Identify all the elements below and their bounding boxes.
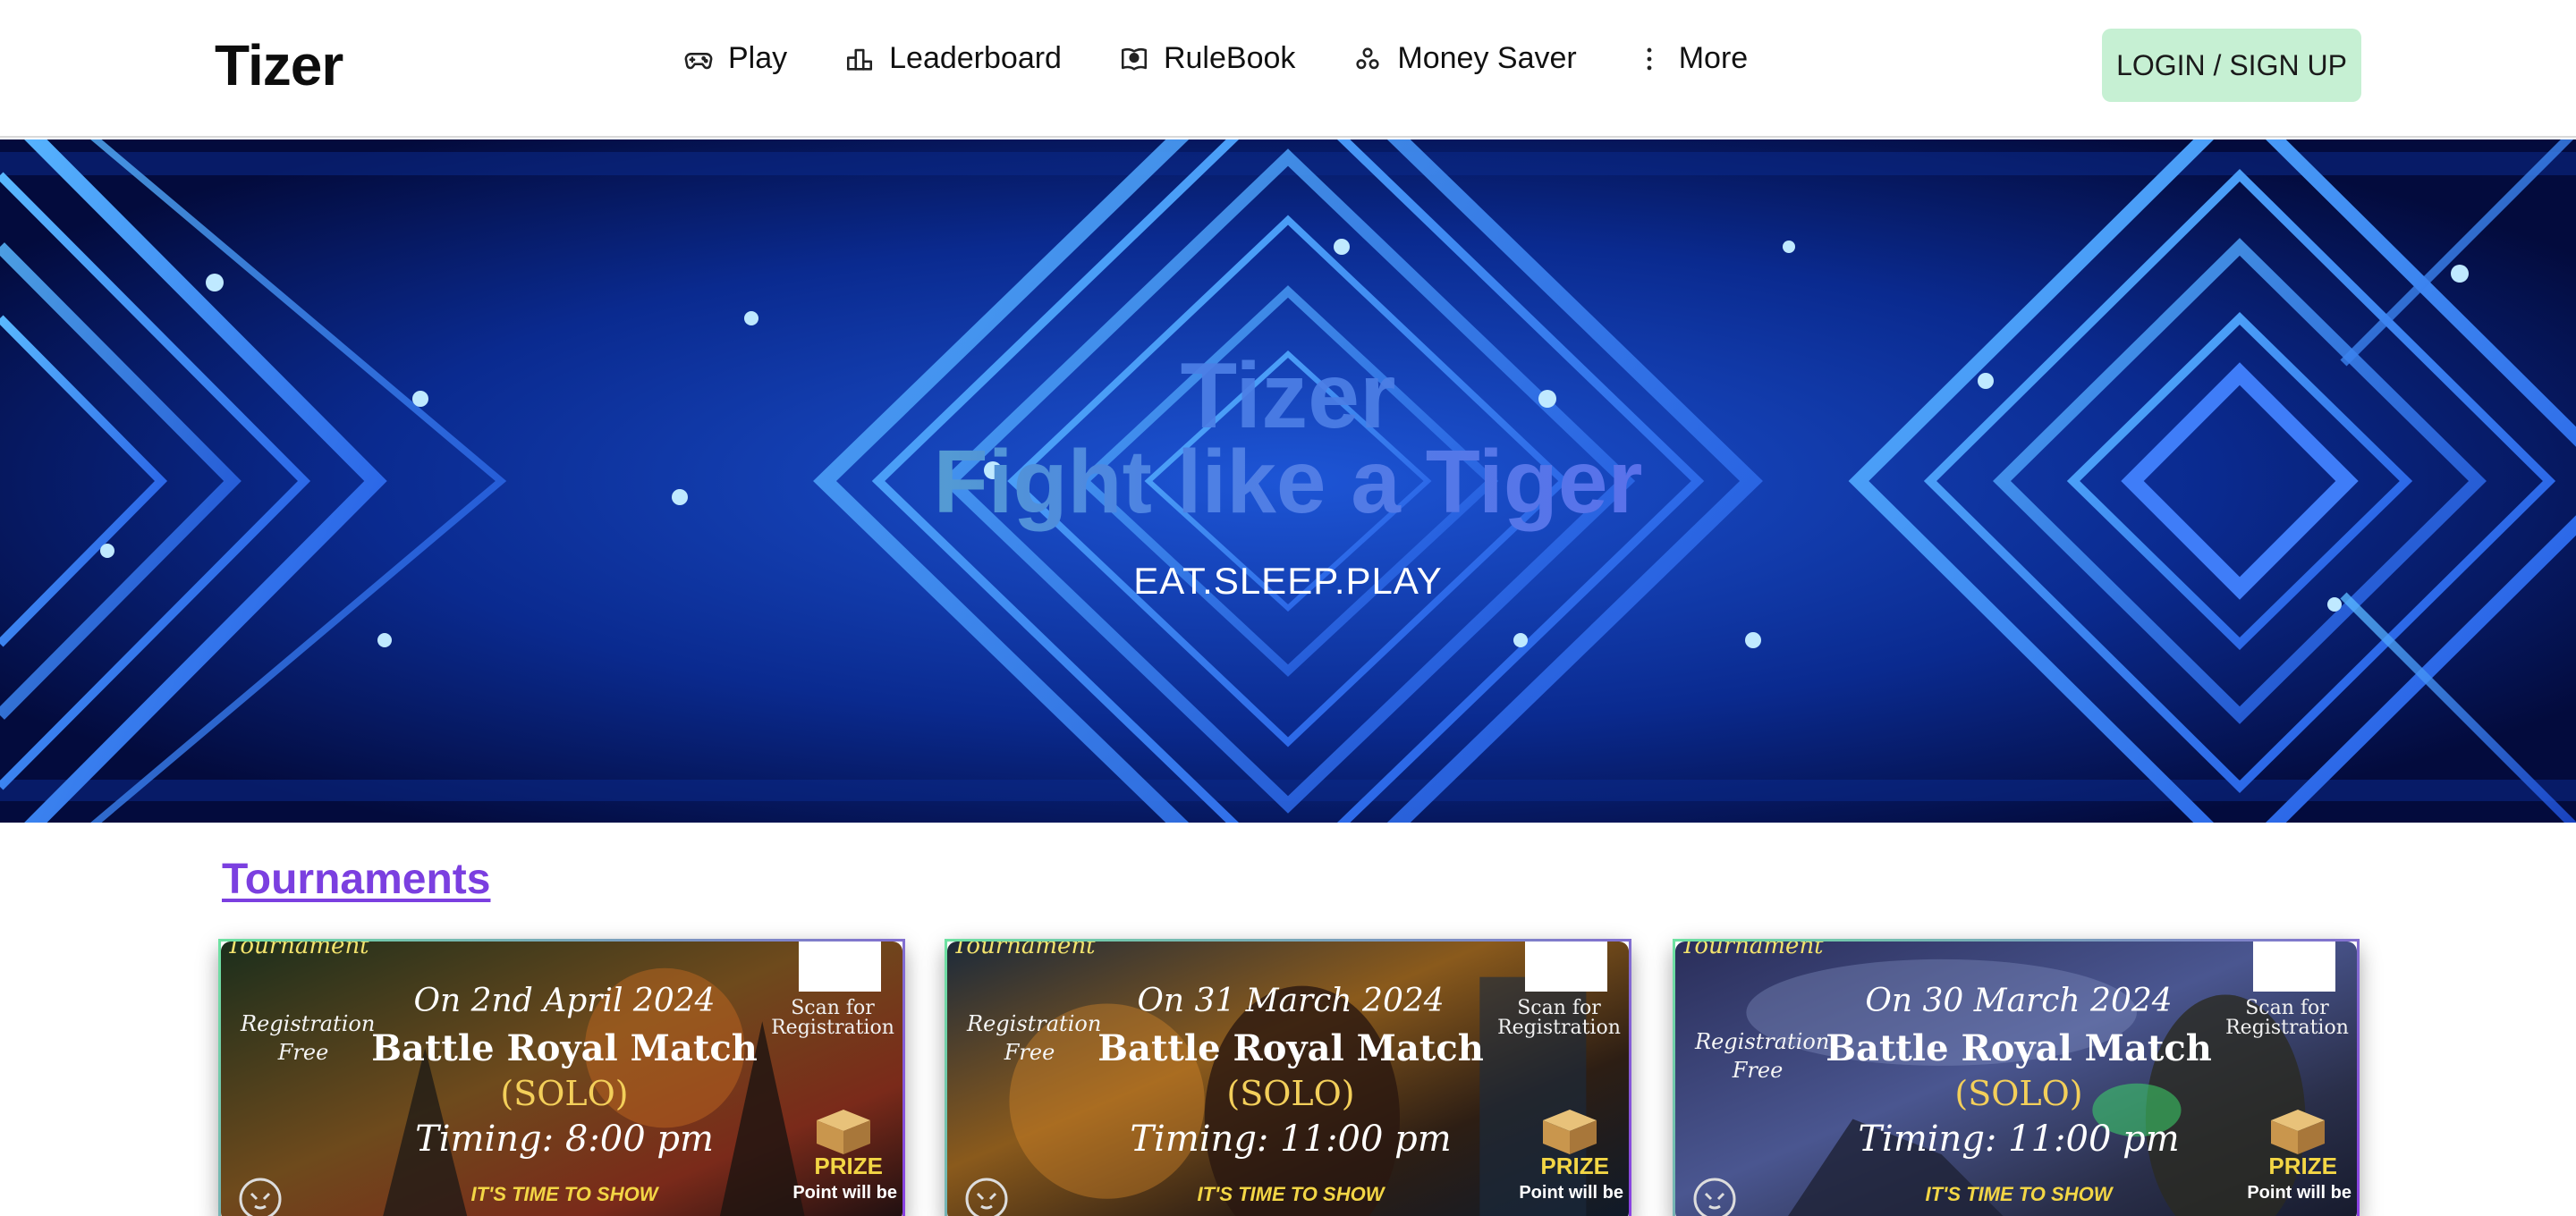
tournament-cards: Tournament Registration Free On 2nd Apri… bbox=[218, 939, 2365, 1216]
card-show: IT'S TIME TO SHOW bbox=[1925, 1183, 2113, 1205]
podium-icon bbox=[844, 44, 875, 74]
tournaments-heading[interactable]: Tournaments bbox=[222, 855, 490, 904]
card-top-label: Tournament bbox=[953, 939, 1096, 959]
tournament-card[interactable]: Tournament Registration Free On 2nd Apri… bbox=[218, 939, 905, 1216]
hero-tagline: Fight like a Tiger bbox=[0, 431, 2576, 534]
tiger-logo-icon bbox=[1693, 1178, 1736, 1216]
card-scan-text: Scan for Registration bbox=[1497, 997, 1621, 1039]
card-show: IT'S TIME TO SHOW bbox=[470, 1183, 658, 1205]
nav-label-more: More bbox=[1678, 41, 1749, 75]
gamepad-icon bbox=[683, 44, 714, 74]
main-nav: Play Leaderboard RuleBook Money Saver Mo… bbox=[683, 41, 1748, 76]
card-mode: (SOLO) bbox=[1954, 1074, 2083, 1113]
tournament-card[interactable]: Tournament Registration Free On 31 March… bbox=[945, 939, 1631, 1216]
prize-box-icon bbox=[817, 1110, 870, 1154]
card-mode: (SOLO) bbox=[1226, 1074, 1355, 1113]
site-header: Tizer Play Leaderboard RuleBook Money Sa… bbox=[0, 0, 2576, 138]
nav-label-rulebook: RuleBook bbox=[1163, 41, 1296, 75]
tournament-card-content: Tournament Registration Free On 31 March… bbox=[947, 942, 1629, 1216]
nav-label-money-saver: Money Saver bbox=[1397, 41, 1577, 75]
more-vertical-icon bbox=[1634, 44, 1665, 74]
nav-label-play: Play bbox=[728, 41, 788, 75]
tournament-card-content: Tournament Registration Free On 30 March… bbox=[1675, 942, 2357, 1216]
nav-item-leaderboard[interactable]: Leaderboard bbox=[844, 41, 1062, 76]
tiger-logo-icon bbox=[965, 1178, 1008, 1216]
tournament-card[interactable]: Tournament Registration Free On 30 March… bbox=[1673, 939, 2360, 1216]
card-show: IT'S TIME TO SHOW bbox=[1197, 1183, 1385, 1205]
rulebook-icon bbox=[1119, 44, 1149, 74]
nav-item-play[interactable]: Play bbox=[683, 41, 787, 76]
card-timing: Timing: 11:00 pm bbox=[1130, 1119, 1452, 1160]
prize-box-icon bbox=[1543, 1110, 1597, 1154]
card-top-label: Tournament bbox=[1681, 939, 1824, 959]
coins-icon bbox=[1352, 44, 1383, 74]
card-timing: Timing: 8:00 pm bbox=[415, 1119, 714, 1160]
nav-item-money-saver[interactable]: Money Saver bbox=[1352, 41, 1577, 76]
hero-banner: Tizer Fight like a Tiger EAT.SLEEP.PLAY bbox=[0, 139, 2576, 823]
card-prize: PRIZE bbox=[814, 1153, 883, 1179]
site-logo[interactable]: Tizer bbox=[215, 32, 343, 98]
card-scan-text: Scan for Registration bbox=[771, 997, 894, 1039]
card-mode: (SOLO) bbox=[500, 1074, 629, 1113]
tiger-logo-icon bbox=[239, 1178, 282, 1216]
card-timing: Timing: 11:00 pm bbox=[1858, 1119, 2180, 1160]
card-prize: PRIZE bbox=[2268, 1153, 2337, 1179]
card-top-label: Tournament bbox=[226, 939, 369, 959]
nav-item-more[interactable]: More bbox=[1634, 41, 1748, 76]
card-prize: PRIZE bbox=[1540, 1153, 1609, 1179]
nav-label-leaderboard: Leaderboard bbox=[889, 41, 1062, 75]
login-signup-button[interactable]: LOGIN / SIGN UP bbox=[2102, 29, 2361, 102]
prize-box-icon bbox=[2271, 1110, 2325, 1154]
card-scan-text: Scan for Registration bbox=[2225, 997, 2349, 1039]
hero-subtitle: EAT.SLEEP.PLAY bbox=[1133, 560, 1443, 602]
tournament-card-content: Tournament Registration Free On 2nd Apri… bbox=[221, 942, 902, 1216]
nav-item-rulebook[interactable]: RuleBook bbox=[1119, 41, 1295, 76]
